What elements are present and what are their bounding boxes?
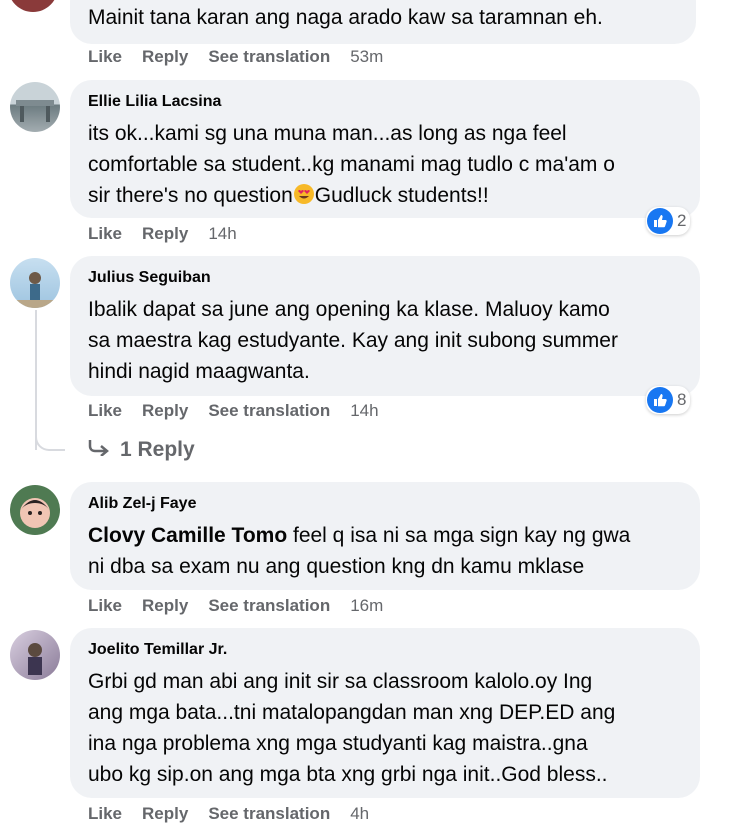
comment-bubble: Julius Seguiban Ibalik dapat sa june ang… — [70, 256, 700, 396]
comment-text: Mainit tana karan ang naga arado kaw sa … — [88, 6, 603, 29]
avatar[interactable] — [10, 485, 60, 535]
thread-connector — [35, 425, 65, 451]
see-translation-button[interactable]: See translation — [208, 804, 330, 824]
reply-arrow-icon — [88, 438, 110, 462]
reaction-number: 2 — [677, 211, 687, 230]
heart-eyes-icon — [293, 184, 315, 206]
avatar-image — [28, 643, 42, 675]
comment-bubble: Joelito Temillar Jr. Grbi gd man abi ang… — [70, 628, 700, 798]
mention-link[interactable]: Clovy Camille Tomo — [88, 524, 287, 547]
comment-actions: Like Reply See translation 16m — [88, 596, 403, 616]
avatar[interactable] — [10, 82, 60, 132]
avatar-image — [16, 100, 54, 122]
view-replies-button[interactable]: 1 Reply — [88, 438, 195, 462]
replies-label: 1 Reply — [120, 438, 195, 461]
see-translation-button[interactable]: See translation — [208, 596, 330, 616]
comment-bubble: Mainit tana karan ang naga arado kaw sa … — [70, 0, 696, 44]
thumbs-up-icon — [647, 387, 673, 413]
reaction-count[interactable]: 2 — [646, 207, 691, 235]
comment-time[interactable]: 53m — [350, 47, 383, 67]
like-button[interactable]: Like — [88, 401, 122, 421]
comment-author[interactable]: Ellie Lilia Lacsina — [88, 92, 682, 112]
avatar-image — [20, 498, 50, 528]
comment-bubble: Alib Zel-j Faye Clovy Camille Tomo feel … — [70, 482, 700, 590]
comment-time[interactable]: 14h — [350, 401, 378, 421]
comment-text-end: Gudluck students!! — [314, 184, 489, 207]
like-button[interactable]: Like — [88, 596, 122, 616]
see-translation-button[interactable]: See translation — [208, 47, 330, 67]
comment-actions: Like Reply 14h — [88, 224, 257, 244]
reply-button[interactable]: Reply — [142, 224, 188, 244]
comment-text: Grbi gd man abi ang init sir sa classroo… — [88, 670, 616, 786]
like-button[interactable]: Like — [88, 47, 122, 67]
like-button[interactable]: Like — [88, 224, 122, 244]
comment-text: its ok...kami sg una muna man...as long … — [88, 118, 682, 213]
comment-text: Ibalik dapat sa june ang opening ka klas… — [88, 298, 618, 383]
reply-button[interactable]: Reply — [142, 804, 188, 824]
comment-bubble: Ellie Lilia Lacsina its ok...kami sg una… — [70, 80, 700, 218]
comment-actions: Like Reply See translation 53m — [88, 47, 403, 67]
see-translation-button[interactable]: See translation — [208, 401, 330, 421]
avatar[interactable] — [10, 258, 60, 308]
avatar[interactable] — [10, 630, 60, 680]
reaction-count[interactable]: 8 — [646, 386, 691, 414]
thumbs-up-icon — [647, 208, 673, 234]
like-button[interactable]: Like — [88, 804, 122, 824]
comment-author[interactable]: Joelito Temillar Jr. — [88, 640, 682, 660]
avatar-image — [10, 272, 60, 308]
reply-button[interactable]: Reply — [142, 596, 188, 616]
comment-actions: Like Reply See translation 14h — [88, 401, 399, 421]
comment-time[interactable]: 16m — [350, 596, 383, 616]
comment-actions: Like Reply See translation 4h — [88, 804, 389, 824]
comment-time[interactable]: 14h — [208, 224, 236, 244]
comment-time[interactable]: 4h — [350, 804, 369, 824]
comment-author[interactable]: Julius Seguiban — [88, 268, 682, 288]
comment-text: Clovy Camille Tomo feel q isa ni sa mga … — [88, 520, 682, 582]
comment-author[interactable]: Alib Zel-j Faye — [88, 494, 682, 514]
reply-button[interactable]: Reply — [142, 401, 188, 421]
avatar[interactable] — [8, 0, 58, 12]
reply-button[interactable]: Reply — [142, 47, 188, 67]
reaction-number: 8 — [677, 390, 687, 409]
